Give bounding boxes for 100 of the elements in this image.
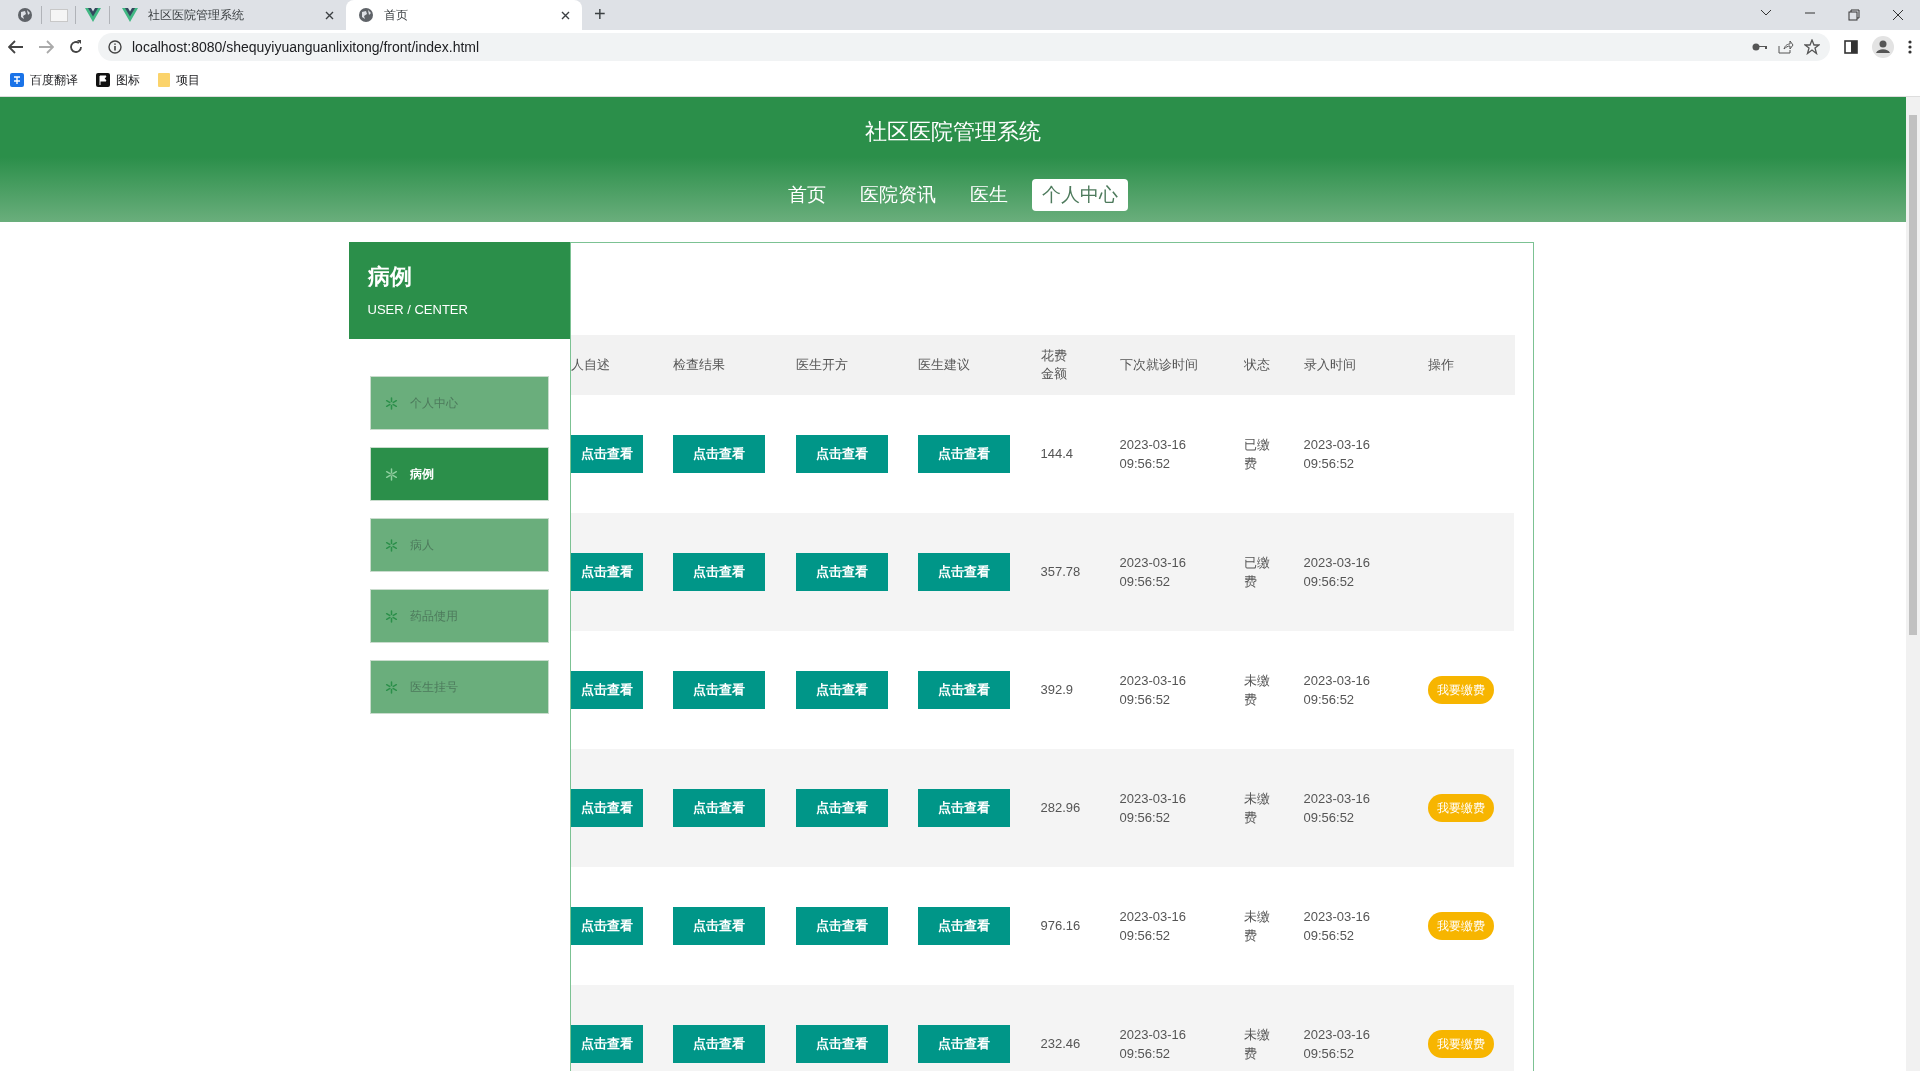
reload-icon[interactable] bbox=[68, 39, 84, 55]
page-icon bbox=[49, 8, 68, 22]
bookmark-link[interactable]: 图标 bbox=[116, 71, 140, 89]
date-cell-text: 2023-03-16 09:56:52 bbox=[1303, 907, 1371, 945]
amount-cell-text: 976.16 bbox=[1040, 917, 1081, 936]
view-button[interactable]: 点击查看 bbox=[917, 1025, 1010, 1063]
column-header: 检查结果 bbox=[672, 355, 725, 374]
sidebar-subtitle: USER / CENTER bbox=[367, 302, 469, 317]
date-cell-text: 2023-03-16 09:56:52 bbox=[1303, 1025, 1371, 1063]
date-cell-text: 2023-03-16 09:56:52 bbox=[1303, 553, 1371, 591]
view-button[interactable]: 点击查看 bbox=[672, 671, 765, 709]
side-panel-icon[interactable] bbox=[1844, 40, 1858, 54]
minimize-icon[interactable] bbox=[1804, 9, 1816, 17]
snowflake-icon bbox=[384, 396, 398, 410]
column-header: 人自述 bbox=[570, 355, 610, 374]
view-button[interactable]: 点击查看 bbox=[672, 907, 765, 945]
sidebar-title: 病例 bbox=[367, 263, 413, 291]
view-button[interactable]: 点击查看 bbox=[570, 789, 643, 827]
date-cell-text: 2023-03-16 09:56:52 bbox=[1119, 553, 1187, 591]
view-button[interactable]: 点击查看 bbox=[795, 1025, 888, 1063]
date-cell-text: 2023-03-16 09:56:52 bbox=[1303, 671, 1371, 709]
close-icon[interactable] bbox=[561, 10, 570, 20]
restore-icon[interactable] bbox=[1848, 9, 1860, 21]
v-logo-icon bbox=[84, 8, 101, 22]
globe-icon bbox=[358, 7, 374, 23]
date-cell-text: 2023-03-16 09:56:52 bbox=[1119, 1025, 1187, 1063]
browser-tab[interactable]: 首页 bbox=[346, 0, 582, 30]
column-header: 状态 bbox=[1243, 355, 1270, 374]
nav-link[interactable]: 个人中心 bbox=[1032, 179, 1128, 211]
close-icon[interactable] bbox=[325, 10, 334, 20]
view-button[interactable]: 点击查看 bbox=[795, 671, 888, 709]
share-icon[interactable] bbox=[1778, 40, 1794, 54]
date-cell-text: 2023-03-16 09:56:52 bbox=[1303, 435, 1371, 473]
date-cell-text: 2023-03-16 09:56:52 bbox=[1119, 671, 1187, 709]
view-button[interactable]: 点击查看 bbox=[672, 435, 765, 473]
date-cell-text: 2023-03-16 09:56:52 bbox=[1119, 435, 1187, 473]
status-cell-text: 未缴费 bbox=[1243, 907, 1271, 945]
bookmark-link[interactable]: 项目 bbox=[176, 71, 200, 89]
amount-cell-text: 282.96 bbox=[1040, 799, 1081, 818]
back-icon[interactable] bbox=[8, 40, 24, 54]
close-icon[interactable] bbox=[1892, 9, 1904, 21]
column-header: 录入时间 bbox=[1303, 355, 1356, 374]
site-title: 社区医院管理系统 bbox=[865, 118, 1041, 146]
view-button[interactable]: 点击查看 bbox=[672, 789, 765, 827]
view-button[interactable]: 点击查看 bbox=[570, 671, 643, 709]
view-button[interactable]: 点击查看 bbox=[795, 907, 888, 945]
view-button[interactable]: 点击查看 bbox=[672, 553, 765, 591]
amount-cell-text: 144.4 bbox=[1040, 445, 1074, 464]
view-button[interactable]: 点击查看 bbox=[795, 789, 888, 827]
status-cell-text: 已缴费 bbox=[1243, 435, 1271, 473]
date-cell-text: 2023-03-16 09:56:52 bbox=[1119, 907, 1187, 945]
new-tab-button[interactable]: + bbox=[594, 3, 606, 26]
nav-link[interactable]: 首页 bbox=[778, 179, 836, 211]
column-header: 花费金额 bbox=[1040, 346, 1068, 383]
column-header: 医生建议 bbox=[917, 355, 970, 374]
status-cell-text: 未缴费 bbox=[1243, 671, 1271, 709]
view-button[interactable]: 点击查看 bbox=[570, 435, 643, 473]
sidebar-item[interactable]: 病例 bbox=[369, 447, 549, 501]
flag-icon bbox=[96, 73, 110, 87]
info-icon[interactable] bbox=[108, 40, 122, 54]
view-button[interactable]: 点击查看 bbox=[570, 907, 643, 945]
nav-link[interactable]: 医生 bbox=[960, 179, 1018, 211]
key-icon[interactable] bbox=[1752, 42, 1768, 52]
profile-icon[interactable] bbox=[1872, 36, 1894, 58]
folder-icon bbox=[158, 73, 170, 87]
scrollbar[interactable] bbox=[1906, 97, 1920, 1071]
snowflake-icon bbox=[384, 680, 398, 694]
column-header: 医生开方 bbox=[795, 355, 848, 374]
view-button[interactable]: 点击查看 bbox=[795, 553, 888, 591]
scrollbar-thumb[interactable] bbox=[1909, 115, 1917, 635]
status-cell-text: 未缴费 bbox=[1243, 1025, 1271, 1063]
translate-icon bbox=[10, 73, 24, 87]
nav-link[interactable]: 医院资讯 bbox=[850, 179, 946, 211]
view-button[interactable]: 点击查看 bbox=[570, 553, 643, 591]
snowflake-icon bbox=[384, 538, 398, 552]
snowflake-icon bbox=[384, 609, 398, 623]
view-button[interactable]: 点击查看 bbox=[917, 553, 1010, 591]
column-header: 操作 bbox=[1427, 355, 1454, 374]
amount-cell-text: 357.78 bbox=[1040, 563, 1081, 582]
snowflake-icon bbox=[384, 467, 398, 481]
bookmark-link[interactable]: 百度翻译 bbox=[30, 71, 78, 89]
amount-cell-text: 392.9 bbox=[1040, 681, 1074, 700]
view-button[interactable]: 点击查看 bbox=[795, 435, 888, 473]
amount-cell-text: 232.46 bbox=[1040, 1035, 1081, 1054]
view-button[interactable]: 点击查看 bbox=[917, 671, 1010, 709]
column-header: 下次就诊时间 bbox=[1119, 355, 1198, 374]
view-button[interactable]: 点击查看 bbox=[917, 789, 1010, 827]
star-icon[interactable] bbox=[1804, 39, 1820, 55]
status-cell-text: 已缴费 bbox=[1243, 553, 1271, 591]
v-logo-icon bbox=[122, 8, 138, 22]
browser-tab[interactable]: 社区医院管理系统 bbox=[110, 0, 346, 30]
globe-icon bbox=[16, 7, 33, 23]
view-button[interactable]: 点击查看 bbox=[917, 435, 1010, 473]
view-button[interactable]: 点击查看 bbox=[570, 1025, 643, 1063]
date-cell-text: 2023-03-16 09:56:52 bbox=[1303, 789, 1371, 827]
chevron-down-icon[interactable] bbox=[1760, 9, 1772, 17]
menu-icon[interactable] bbox=[1908, 40, 1912, 54]
status-cell-text: 未缴费 bbox=[1243, 789, 1271, 827]
view-button[interactable]: 点击查看 bbox=[917, 907, 1010, 945]
view-button[interactable]: 点击查看 bbox=[672, 1025, 765, 1063]
